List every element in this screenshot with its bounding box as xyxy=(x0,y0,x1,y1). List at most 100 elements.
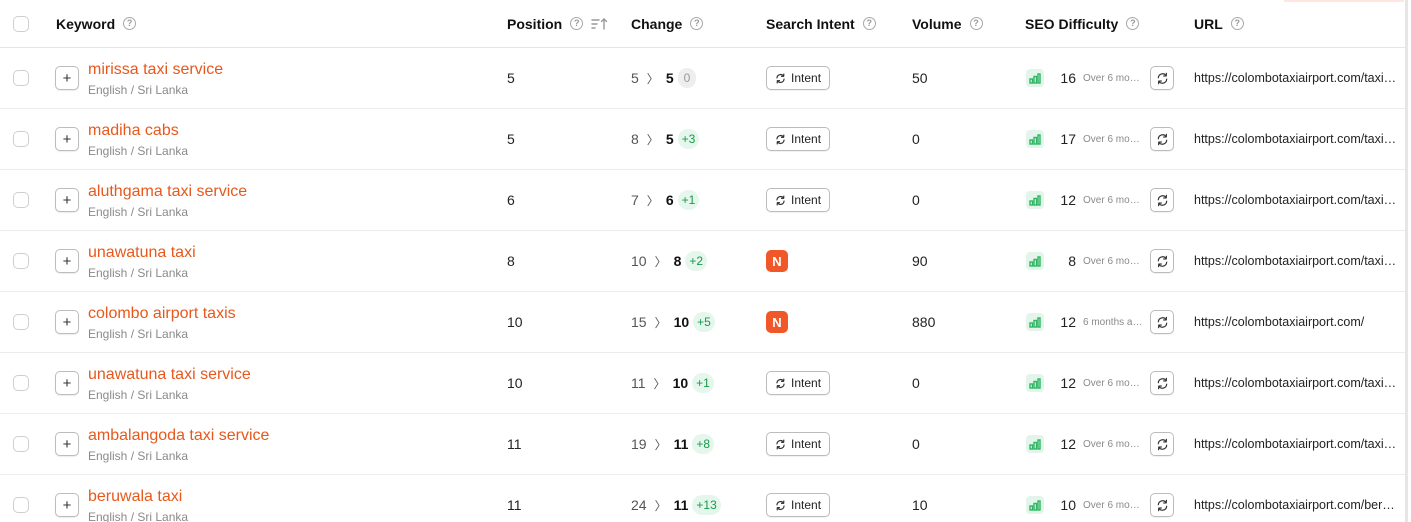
row-checkbox[interactable] xyxy=(13,436,29,452)
seo-difficulty-updated: Over 6 months ago xyxy=(1083,133,1143,145)
ranking-url[interactable]: https://colombotaxiairport.com/taxi-serv… xyxy=(1194,376,1397,390)
keyword-link[interactable]: mirissa taxi service xyxy=(88,60,223,80)
keyword-cell: colombo airport taxis English / Sri Lank… xyxy=(88,304,236,342)
keyword-link[interactable]: unawatuna taxi xyxy=(88,243,196,263)
ranking-url[interactable]: https://colombotaxiairport.com/beruwala-… xyxy=(1194,498,1397,512)
sort-ascending-icon[interactable] xyxy=(591,17,608,31)
refresh-difficulty-button[interactable] xyxy=(1150,249,1174,273)
add-keyword-button[interactable]: + xyxy=(55,188,79,212)
chevron-right-icon: 〉 xyxy=(654,437,667,452)
search-intent-button[interactable]: Intent xyxy=(766,188,831,212)
ranking-url[interactable]: https://colombotaxiairport.com/taxi-serv… xyxy=(1194,132,1397,146)
ranking-url[interactable]: https://colombotaxiairport.com/taxi-serv… xyxy=(1194,71,1397,85)
add-keyword-button[interactable]: + xyxy=(55,66,79,90)
search-intent-label: Intent xyxy=(791,193,822,207)
question-circle-icon[interactable]: ? xyxy=(1230,17,1244,30)
intent-navigational-badge[interactable]: N xyxy=(766,311,788,333)
keyword-location: English / Sri Lanka xyxy=(88,388,189,402)
question-circle-icon[interactable]: ? xyxy=(123,17,137,30)
row-select-cell xyxy=(13,170,29,230)
refresh-difficulty-button[interactable] xyxy=(1150,493,1174,517)
header-search-intent[interactable]: Search Intent ? xyxy=(766,0,876,47)
refresh-difficulty-button[interactable] xyxy=(1150,66,1174,90)
question-circle-icon[interactable]: ? xyxy=(969,17,983,30)
refresh-difficulty-button[interactable] xyxy=(1150,310,1174,334)
search-intent-button[interactable]: Intent xyxy=(766,371,831,395)
table-row[interactable]: + beruwala taxi English / Sri Lanka 11 2… xyxy=(0,475,1408,522)
row-checkbox[interactable] xyxy=(13,314,29,330)
header-volume[interactable]: Volume ? xyxy=(912,0,983,47)
bar-chart-icon xyxy=(1026,252,1044,270)
keyword-link[interactable]: beruwala taxi xyxy=(88,487,188,507)
add-keyword-button[interactable]: + xyxy=(55,310,79,334)
refresh-icon xyxy=(776,73,785,83)
chevron-right-icon: 〉 xyxy=(646,132,659,147)
header-seo-difficulty[interactable]: SEO Difficulty ? xyxy=(1025,0,1140,47)
keyword-link[interactable]: aluthgama taxi service xyxy=(88,182,247,202)
ranking-url[interactable]: https://colombotaxiairport.com/taxi-serv… xyxy=(1194,254,1397,268)
volume-cell: 90 xyxy=(912,231,928,291)
row-checkbox[interactable] xyxy=(13,497,29,513)
change-previous: 15 xyxy=(631,314,647,330)
keyword-rankings-table: Keyword ? Position ? Change ? Search Int… xyxy=(0,0,1408,522)
search-intent-button[interactable]: Intent xyxy=(766,432,831,456)
position-cell: 11 xyxy=(507,414,522,474)
table-row[interactable]: + colombo airport taxis English / Sri La… xyxy=(0,292,1408,353)
table-row[interactable]: + unawatuna taxi English / Sri Lanka 8 1… xyxy=(0,231,1408,292)
add-keyword-button[interactable]: + xyxy=(55,127,79,151)
intent-navigational-badge[interactable]: N xyxy=(766,250,788,272)
question-circle-icon[interactable]: ? xyxy=(862,17,876,30)
header-change[interactable]: Change ? xyxy=(631,0,704,47)
question-circle-icon[interactable]: ? xyxy=(690,17,704,30)
ranking-url[interactable]: https://colombotaxiairport.com/taxi-serv… xyxy=(1194,437,1397,451)
keyword-link[interactable]: colombo airport taxis xyxy=(88,304,236,324)
header-keyword[interactable]: Keyword ? xyxy=(56,0,137,47)
ranking-url[interactable]: https://colombotaxiairport.com/ xyxy=(1194,315,1397,329)
seo-difficulty-value: 17 xyxy=(1060,131,1076,147)
search-intent-button[interactable]: Intent xyxy=(766,66,831,90)
row-checkbox[interactable] xyxy=(13,375,29,391)
row-checkbox[interactable] xyxy=(13,70,29,86)
header-url[interactable]: URL ? xyxy=(1194,0,1244,47)
change-delta-badge: +3 xyxy=(677,129,700,149)
table-row[interactable]: + aluthgama taxi service English / Sri L… xyxy=(0,170,1408,231)
chevron-right-icon: 〉 xyxy=(654,498,667,513)
chevron-right-icon: 〉 xyxy=(653,376,666,391)
keyword-link[interactable]: unawatuna taxi service xyxy=(88,365,251,385)
question-circle-icon[interactable]: ? xyxy=(570,17,584,30)
search-intent-button[interactable]: Intent xyxy=(766,493,831,517)
keyword-link[interactable]: ambalangoda taxi service xyxy=(88,426,269,446)
change-previous: 19 xyxy=(631,436,647,452)
search-intent-cell: Intent xyxy=(766,414,831,474)
question-circle-icon[interactable]: ? xyxy=(1126,17,1140,30)
refresh-difficulty-button[interactable] xyxy=(1150,188,1174,212)
add-keyword-button[interactable]: + xyxy=(55,432,79,456)
row-checkbox[interactable] xyxy=(13,253,29,269)
add-keyword-button[interactable]: + xyxy=(55,371,79,395)
change-delta-badge: +5 xyxy=(693,312,715,332)
refresh-icon xyxy=(776,195,785,205)
search-intent-label: Intent xyxy=(791,376,822,390)
header-position[interactable]: Position ? xyxy=(507,0,608,47)
row-checkbox[interactable] xyxy=(13,131,29,147)
search-intent-button[interactable]: Intent xyxy=(766,127,831,151)
refresh-difficulty-button[interactable] xyxy=(1150,127,1174,151)
refresh-icon xyxy=(776,439,785,449)
select-all-checkbox[interactable] xyxy=(13,15,29,32)
table-row[interactable]: + ambalangoda taxi service English / Sri… xyxy=(0,414,1408,475)
keyword-link[interactable]: madiha cabs xyxy=(88,121,188,141)
add-keyword-button[interactable]: + xyxy=(55,249,79,273)
table-row[interactable]: + mirissa taxi service English / Sri Lan… xyxy=(0,48,1408,109)
seo-difficulty-cell: 17 Over 6 months ago xyxy=(1026,109,1174,169)
vertical-scrollbar[interactable] xyxy=(1405,0,1408,522)
row-select-cell xyxy=(13,109,29,169)
ranking-url[interactable]: https://colombotaxiairport.com/taxi-serv… xyxy=(1194,193,1397,207)
refresh-difficulty-button[interactable] xyxy=(1150,371,1174,395)
table-header: Keyword ? Position ? Change ? Search Int… xyxy=(0,0,1408,48)
table-row[interactable]: + madiha cabs English / Sri Lanka 5 8 〉 … xyxy=(0,109,1408,170)
change-cell: 15 〉 10 +5 xyxy=(631,292,715,352)
add-keyword-button[interactable]: + xyxy=(55,493,79,517)
row-checkbox[interactable] xyxy=(13,192,29,208)
table-row[interactable]: + unawatuna taxi service English / Sri L… xyxy=(0,353,1408,414)
refresh-difficulty-button[interactable] xyxy=(1150,432,1174,456)
